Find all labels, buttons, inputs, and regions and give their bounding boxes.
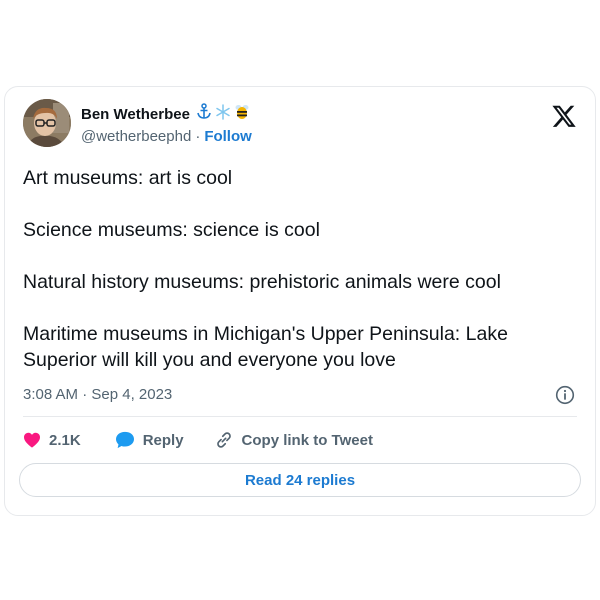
tweet-timestamp[interactable]: 3:08 AM · Sep 4, 2023: [23, 385, 172, 403]
tweet-line: Art museums: art is cool: [23, 167, 233, 189]
divider: [23, 416, 577, 417]
x-logo-icon[interactable]: [551, 103, 577, 129]
tweet-line: Science museums: science is cool: [23, 219, 320, 241]
read-replies-button[interactable]: Read 24 replies: [19, 463, 581, 497]
link-icon: [216, 432, 231, 448]
copy-link-button[interactable]: Copy link to Tweet: [214, 430, 373, 450]
heart-icon: [24, 432, 40, 448]
name-emoji-group: [196, 103, 250, 125]
reply-bubble-icon: [115, 431, 134, 449]
tweet-card: Ben Wetherbee @wetherbeephd · Follow Art…: [4, 86, 596, 516]
follow-button[interactable]: Follow: [204, 128, 252, 145]
like-count: 2.1K: [49, 431, 81, 449]
handle-separator: ·: [195, 127, 201, 145]
reply-button[interactable]: Reply: [115, 431, 184, 449]
author-name[interactable]: Ben Wetherbee: [81, 106, 190, 123]
snowflake-icon: [215, 103, 231, 125]
author-block: Ben Wetherbee @wetherbeephd · Follow: [81, 103, 252, 146]
tweet-line: Maritime museums in Michigan's Upper Pen…: [23, 323, 508, 371]
tweet-line: Natural history museums: prehistoric ani…: [23, 271, 501, 293]
like-button[interactable]: 2.1K: [23, 432, 81, 449]
tweet-text: Art museums: art is cool Science museums…: [23, 165, 583, 373]
action-bar: 2.1K Reply Copy link to Tweet: [23, 429, 373, 451]
copy-link-label: Copy link to Tweet: [241, 431, 373, 449]
bee-icon: [234, 103, 250, 125]
info-icon[interactable]: [555, 385, 575, 405]
reply-label: Reply: [142, 431, 184, 449]
avatar[interactable]: [23, 99, 71, 147]
author-handle[interactable]: @wetherbeephd: [81, 128, 191, 145]
anchor-icon: [196, 103, 212, 125]
